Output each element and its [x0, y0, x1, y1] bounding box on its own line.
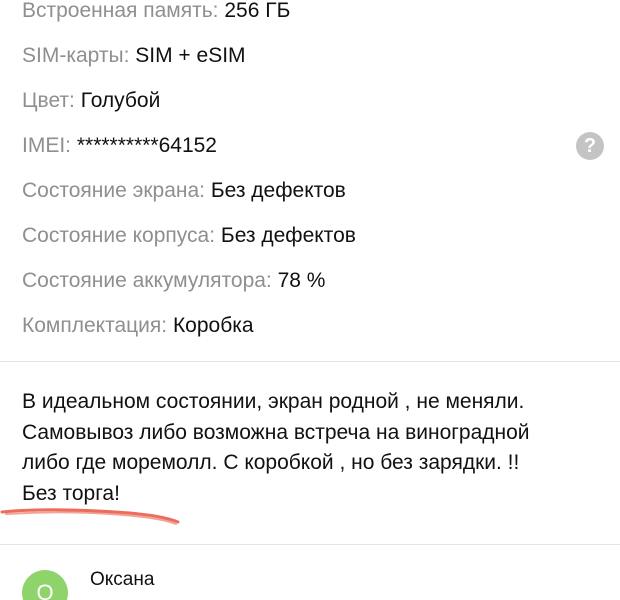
spec-label: IMEI:: [22, 134, 72, 157]
spec-value: **********64152: [76, 134, 217, 157]
spec-value: Без дефектов: [220, 224, 356, 247]
spec-row-battery-condition: Состояние аккумулятора: 78 %: [22, 261, 602, 306]
spec-label: Комплектация:: [22, 314, 168, 337]
section-divider: [0, 361, 620, 362]
description-line: В идеальном состоянии, экран родной , не…: [22, 390, 525, 413]
description-line: Самовывоз либо возможна встреча на виног…: [22, 420, 530, 444]
hand-drawn-underline: [0, 508, 180, 525]
spec-label: Состояние аккумулятора:: [22, 269, 272, 292]
spec-row-color: Цвет: Голубой: [22, 81, 602, 126]
spec-row-screen-condition: Состояние экрана: Без дефектов: [22, 171, 602, 216]
spec-row-body-condition: Состояние корпуса: Без дефектов: [22, 216, 602, 261]
specs-list: Встроенная память: 256 ГБ SIM-карты: SIM…: [22, 0, 604, 351]
question-icon[interactable]: ?: [576, 132, 604, 160]
spec-value: 78 %: [277, 269, 326, 292]
spec-row-imei: IMEI: **********64152 ?: [22, 126, 604, 171]
avatar[interactable]: О: [22, 570, 68, 600]
spec-row-sim: SIM-карты: SIM + eSIM: [22, 36, 602, 81]
spec-label: Встроенная память:: [22, 0, 219, 22]
seller-name[interactable]: Оксана: [90, 569, 154, 591]
spec-label: Состояние экрана:: [22, 179, 205, 202]
description-text: В идеальном состоянии, экран родной , не…: [22, 387, 612, 509]
spec-value: Без дефектов: [210, 179, 346, 202]
spec-row-package: Комплектация: Коробка: [22, 306, 602, 351]
spec-value: SIM + eSIM: [135, 44, 246, 67]
spec-value: Голубой: [80, 89, 161, 112]
spec-label: Состояние корпуса:: [22, 224, 216, 247]
spec-row-storage: Встроенная память: 256 ГБ: [22, 0, 602, 36]
section-divider: [0, 544, 620, 545]
description-line: либо где моремолл. С коробкой , но без з…: [22, 451, 520, 474]
seller-block: О Оксана: [22, 560, 602, 600]
spec-value: 256 ГБ: [224, 0, 291, 22]
spec-label: SIM-карты:: [22, 44, 130, 67]
listing-details-page: Встроенная память: 256 ГБ SIM-карты: SIM…: [0, 0, 620, 600]
spec-value: Коробка: [172, 314, 254, 337]
spec-label: Цвет:: [22, 89, 75, 112]
